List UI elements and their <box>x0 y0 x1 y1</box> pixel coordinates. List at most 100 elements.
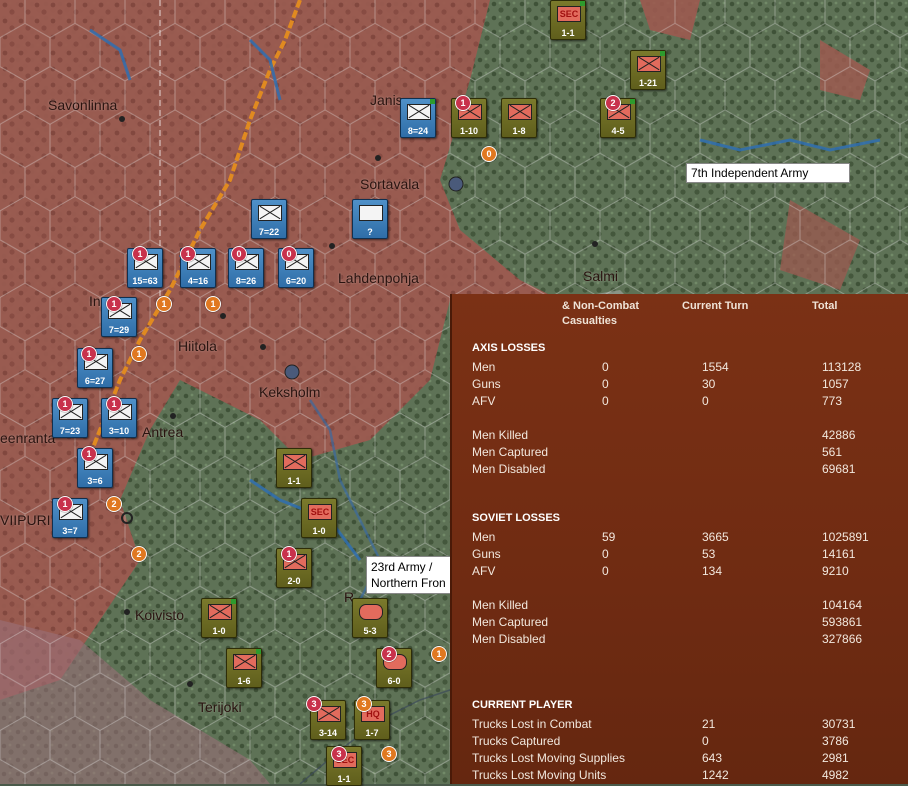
loss-row-label: Men Captured <box>472 615 549 629</box>
unit-flag <box>630 99 635 104</box>
unit-strength: 1-0 <box>312 526 326 536</box>
loss-row-value: 42886 <box>822 428 856 442</box>
soviet-unit-counter[interactable]: 1-0 <box>201 598 237 638</box>
soviet-unit-counter[interactable]: 1-8 <box>501 98 537 138</box>
loss-row-value: 113128 <box>822 360 862 374</box>
unit-status-badge: 1 <box>106 396 122 412</box>
unit-status-badge: 1 <box>131 346 147 362</box>
loss-row-value: 2981 <box>822 751 849 765</box>
unit-status-badge: 1 <box>431 646 447 662</box>
axis-unit-counter[interactable]: ? <box>352 199 388 239</box>
axis-unit-counter[interactable]: 8=24 <box>400 98 436 138</box>
unit-strength: 1-8 <box>512 126 526 136</box>
axis-unit-counter[interactable]: 7=22 <box>251 199 287 239</box>
loss-row-value: 1554 <box>702 360 729 374</box>
loss-row-value: 69681 <box>822 462 856 476</box>
unit-flag <box>580 1 585 6</box>
unit-strength: 1-7 <box>365 728 379 738</box>
soviet-unit-counter[interactable]: 5-3 <box>352 598 388 638</box>
soviet-losses-title: SOVIET LOSSES <box>472 512 561 524</box>
unit-strength: 3=6 <box>87 476 103 486</box>
loss-row-label: Trucks Lost Moving Supplies <box>472 751 625 765</box>
unit-status-badge: 3 <box>306 696 322 712</box>
unit-status-badge: 2 <box>605 95 621 111</box>
loss-row-label: Trucks Captured <box>472 734 561 748</box>
loss-row-value: 104164 <box>822 598 863 612</box>
loss-row-value: 0 <box>602 394 609 408</box>
soviet-unit-counter[interactable]: 1-1 <box>276 448 312 488</box>
place-label: In <box>89 293 101 309</box>
place-label: VIIPURI <box>0 512 51 528</box>
place-label: Antrea <box>142 424 184 440</box>
hdr-casualties: & Non-Combat Casualties <box>562 300 639 327</box>
unit-status-badge: 1 <box>180 246 196 262</box>
soviet-unit-counter[interactable]: 1-6 <box>226 648 262 688</box>
unit-symbol <box>407 104 431 120</box>
unit-flag <box>231 599 236 604</box>
loss-row-label: AFV <box>472 564 496 578</box>
place-label: Keksholm <box>259 384 321 400</box>
place-label: Hiitola <box>178 338 217 354</box>
loss-row-value: 3665 <box>702 530 729 544</box>
current-player-title: CURRENT PLAYER <box>472 699 573 711</box>
unit-strength: 1-6 <box>237 676 251 686</box>
unit-status-badge: 0 <box>281 246 297 262</box>
loss-row-value: 561 <box>822 445 843 459</box>
unit-strength: 6=27 <box>84 376 106 386</box>
unit-flag <box>256 649 261 654</box>
soviet-unit-counter[interactable]: 1-21 <box>630 50 666 90</box>
loss-row-value: 30731 <box>822 717 856 731</box>
loss-row-value: 9210 <box>822 564 849 578</box>
unit-strength: 4=16 <box>187 276 209 286</box>
unit-strength: 8=26 <box>235 276 257 286</box>
unit-strength: 3=10 <box>108 426 130 436</box>
hdr-total: Total <box>812 300 838 312</box>
loss-row-value: 1057 <box>822 377 849 391</box>
loss-row-value: 0 <box>702 734 709 748</box>
loss-row-label: AFV <box>472 394 496 408</box>
loss-row-label: Men Disabled <box>472 462 546 476</box>
unit-status-badge: 1 <box>81 446 97 462</box>
unit-status-badge: 3 <box>331 746 347 762</box>
soviet-unit-counter[interactable]: SEC 1-0 <box>301 498 337 538</box>
loss-row-value: 59 <box>602 530 616 544</box>
unit-status-badge: 1 <box>455 95 471 111</box>
loss-row-label: Trucks Lost in Combat <box>472 717 592 731</box>
unit-status-badge: 2 <box>131 546 147 562</box>
unit-status-badge: 1 <box>205 296 221 312</box>
soviet-unit-counter[interactable]: SEC 1-1 <box>550 0 586 40</box>
unit-status-badge: 1 <box>106 296 122 312</box>
unit-strength: 4-5 <box>611 126 625 136</box>
loss-row-value: 134 <box>702 564 723 578</box>
unit-strength: 1-1 <box>337 774 351 784</box>
loss-row-label: Guns <box>472 547 501 561</box>
unit-strength: 1-21 <box>638 78 657 88</box>
loss-row-value: 3786 <box>822 734 849 748</box>
unit-symbol <box>359 604 383 620</box>
loss-row-label: Men <box>472 360 496 374</box>
unit-strength: 3=7 <box>62 526 78 536</box>
unit-strength: ? <box>367 227 373 237</box>
loss-row-value: 0 <box>602 360 609 374</box>
loss-row-label: Trucks Lost Moving Units <box>472 768 607 782</box>
loss-row-value: 643 <box>702 751 723 765</box>
unit-strength: 7=29 <box>108 325 130 335</box>
unit-status-badge: 3 <box>381 746 397 762</box>
place-label: Terijoki <box>198 699 242 715</box>
loss-row-value: 30 <box>702 377 716 391</box>
loss-row-label: Men Killed <box>472 598 529 612</box>
unit-status-badge: 1 <box>156 296 172 312</box>
place-label: eenranta <box>0 430 56 446</box>
unit-strength: 2-0 <box>287 576 301 586</box>
unit-symbol <box>359 205 383 221</box>
unit-strength: 8=24 <box>407 126 429 136</box>
unit-strength: 5-3 <box>363 626 377 636</box>
unit-symbol <box>208 604 232 620</box>
loss-row-value: 4982 <box>822 768 849 782</box>
unit-status-badge: 2 <box>106 496 122 512</box>
unit-strength: 7=22 <box>258 227 280 237</box>
loss-row-label: Men Captured <box>472 445 549 459</box>
army-tag-23rd: 23rd Army / Northern Fron <box>366 556 456 594</box>
unit-status-badge: 1 <box>281 546 297 562</box>
loss-row-label: Men Disabled <box>472 632 546 646</box>
